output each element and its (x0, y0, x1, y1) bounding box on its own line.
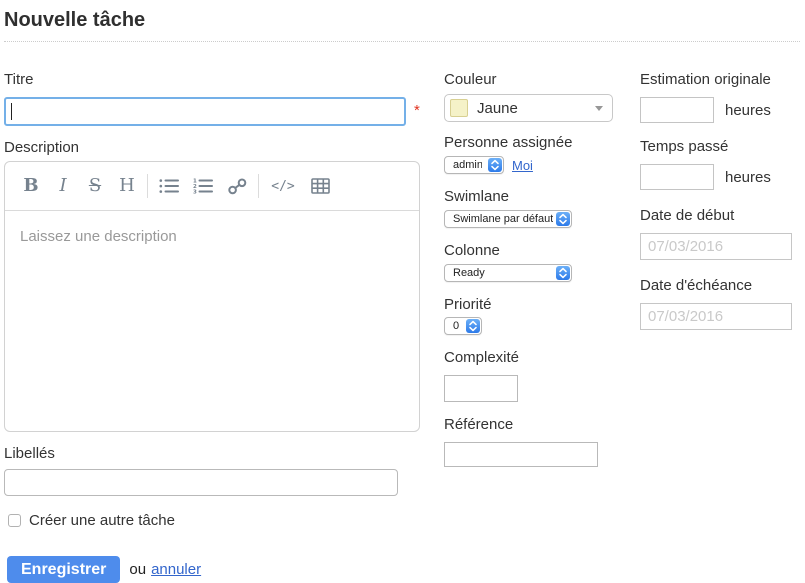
start-date-input[interactable] (640, 233, 792, 260)
hours-suffix: heures (725, 102, 771, 119)
toolbar-divider (258, 174, 259, 198)
code-icon[interactable]: </> (263, 179, 303, 194)
create-another-row: Créer une autre tâche (4, 512, 420, 529)
swimlane-label: Swimlane (444, 188, 613, 205)
numbered-list-icon[interactable]: 123 (186, 178, 220, 194)
description-textarea[interactable]: Laissez une description (5, 211, 419, 431)
due-date-label: Date d'échéance (640, 277, 800, 294)
link-icon[interactable] (220, 178, 254, 195)
toolbar-divider (147, 174, 148, 198)
middle-column: Couleur Jaune Personne assignée admin Mo… (444, 71, 613, 467)
title-label: Titre (4, 71, 420, 88)
time-spent-input[interactable] (640, 164, 714, 190)
swimlane-selected-value: Swimlane par défaut (453, 213, 553, 225)
assignee-label: Personne assignée (444, 134, 613, 151)
column-label: Colonne (444, 242, 613, 259)
time-spent-row: heures (640, 164, 800, 190)
required-asterisk: * (414, 102, 420, 119)
bullet-list-icon[interactable] (152, 178, 186, 194)
assignee-selected-value: admin (453, 159, 482, 171)
reference-label: Référence (444, 416, 613, 433)
form-columns: Titre * Description B I S H (4, 71, 800, 583)
right-column: Estimation originale heures Temps passé … (640, 71, 800, 330)
reference-input[interactable] (444, 442, 598, 467)
labels-label: Libellés (4, 445, 420, 462)
select-stepper-icon (556, 266, 570, 280)
complexity-label: Complexité (444, 349, 613, 366)
priority-selected-value: 0 (453, 320, 459, 332)
original-estimate-row: heures (640, 97, 800, 123)
assignee-select[interactable]: admin (444, 156, 504, 174)
assign-me-link[interactable]: Moi (512, 158, 533, 173)
time-spent-label: Temps passé (640, 138, 800, 155)
editor-toolbar: B I S H (5, 162, 419, 211)
assignee-row: admin Moi (444, 156, 613, 174)
original-estimate-input[interactable] (640, 97, 714, 123)
column-select[interactable]: Ready (444, 264, 572, 282)
create-another-label: Créer une autre tâche (29, 512, 175, 529)
bold-icon[interactable]: B (15, 176, 47, 196)
italic-icon[interactable]: I (47, 176, 79, 196)
hours-suffix: heures (725, 169, 771, 186)
description-editor: B I S H (4, 161, 420, 432)
select-stepper-icon (488, 158, 502, 172)
chevron-down-icon (595, 106, 603, 111)
color-label: Couleur (444, 71, 613, 88)
original-estimate-label: Estimation originale (640, 71, 800, 88)
form-actions: Enregistrer ou annuler (4, 556, 420, 583)
swimlane-select[interactable]: Swimlane par défaut (444, 210, 572, 228)
cancel-link[interactable]: annuler (151, 561, 201, 578)
page-title: Nouvelle tâche (4, 6, 800, 42)
create-another-checkbox[interactable] (8, 514, 21, 527)
or-text: ou (129, 561, 146, 578)
color-selected-value: Jaune (477, 100, 518, 117)
start-date-label: Date de début (640, 207, 800, 224)
column-selected-value: Ready (453, 267, 485, 279)
labels-input[interactable] (4, 469, 398, 496)
text-caret (11, 103, 12, 120)
svg-text:3: 3 (193, 190, 197, 194)
description-label: Description (4, 139, 420, 156)
select-stepper-icon (466, 319, 480, 333)
table-icon[interactable] (303, 178, 337, 194)
complexity-input[interactable] (444, 375, 518, 402)
due-date-input[interactable] (640, 303, 792, 330)
priority-select[interactable]: 0 (444, 317, 482, 335)
priority-label: Priorité (444, 296, 613, 313)
new-task-page: Nouvelle tâche Titre * Description B I S… (0, 0, 805, 583)
color-select[interactable]: Jaune (444, 94, 613, 122)
left-column: Titre * Description B I S H (4, 71, 420, 583)
select-stepper-icon (556, 212, 570, 226)
description-placeholder: Laissez une description (20, 228, 177, 245)
heading-icon[interactable]: H (111, 176, 143, 196)
color-swatch-yellow (450, 99, 468, 117)
strikethrough-icon[interactable]: S (79, 176, 111, 196)
save-button[interactable]: Enregistrer (7, 556, 120, 583)
title-input[interactable] (4, 97, 406, 126)
title-field-row: * (4, 97, 420, 126)
